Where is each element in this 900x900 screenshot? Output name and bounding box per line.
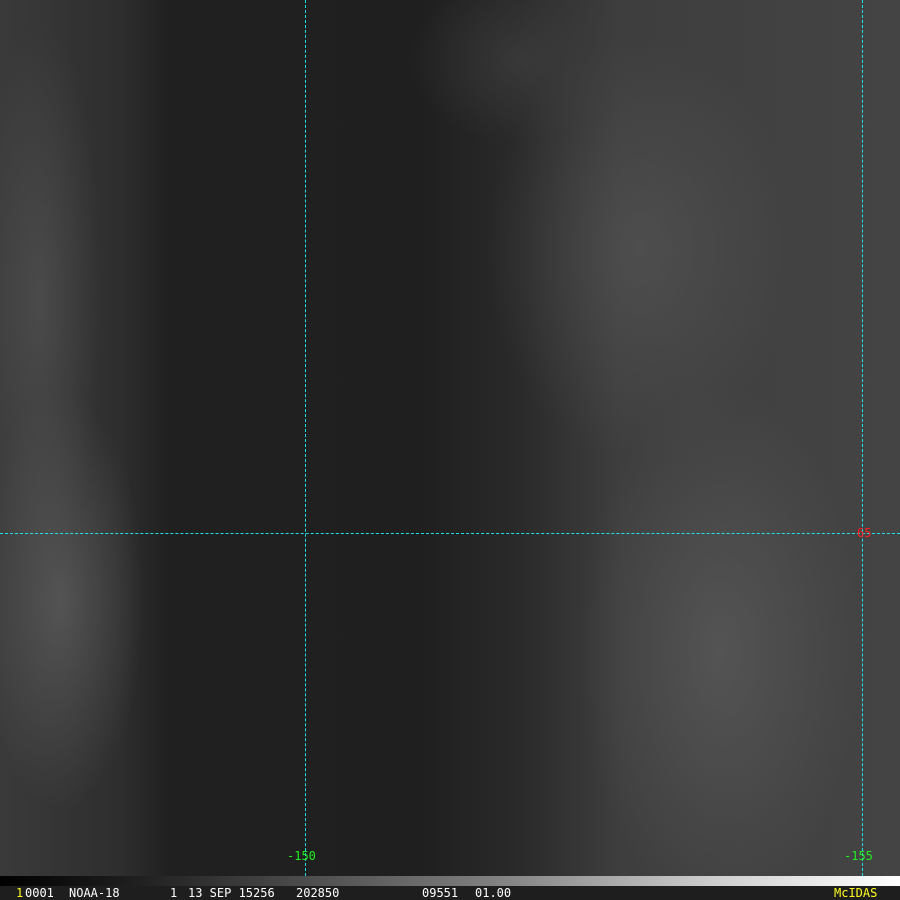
longitude-line-155 xyxy=(862,0,863,876)
longitude-label-left: -150 xyxy=(287,849,316,863)
longitude-line-150 xyxy=(305,0,306,876)
frame-number: 1 xyxy=(16,886,24,900)
latitude-label: 65 xyxy=(857,526,872,540)
longitude-label-right: -155 xyxy=(844,849,873,863)
image-time: 202850 xyxy=(296,886,340,900)
scale-factor: 01.00 xyxy=(475,886,512,900)
image-id: 0001 xyxy=(25,886,54,900)
latitude-line-65 xyxy=(0,533,900,534)
image-date: 13 SEP 15256 xyxy=(188,886,275,900)
band-number: 1 xyxy=(170,886,178,900)
grayscale-colorbar xyxy=(0,876,900,886)
status-bar: 1 0001 NOAA-18 1 13 SEP 15256 202850 095… xyxy=(0,886,900,900)
resolution-code: 09551 xyxy=(422,886,459,900)
mcidas-brand: McIDAS xyxy=(834,886,878,900)
cloud-imagery xyxy=(0,0,900,876)
satellite-name: NOAA-18 xyxy=(69,886,120,900)
satellite-image-display: -150 -155 65 1 0001 NOAA-18 1 13 SEP 152… xyxy=(0,0,900,900)
